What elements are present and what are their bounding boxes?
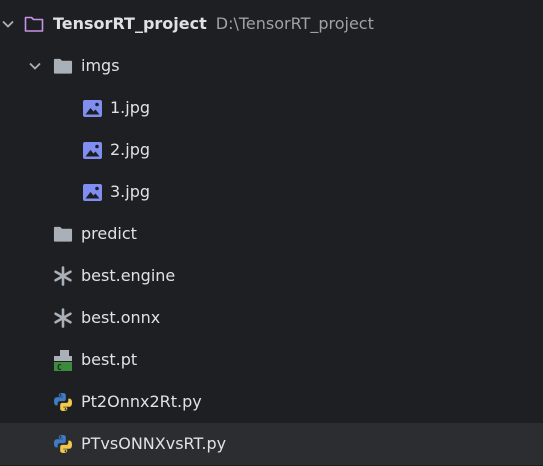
chevron-down-icon[interactable] — [0, 3, 16, 45]
tree-row-3-jpg[interactable]: 3.jpg — [0, 171, 543, 213]
chevron-down-icon[interactable] — [27, 45, 43, 87]
tree-row-best-pt[interactable]: C best.pt — [0, 339, 543, 381]
tree-row-ptvsonnxvsrt-py[interactable]: PTvsONNXvsRT.py — [0, 423, 543, 465]
asterisk-file-icon — [53, 266, 73, 286]
svg-text:C: C — [57, 363, 62, 371]
tree-item-label: 2.jpg — [110, 140, 151, 159]
tree-row-1-jpg[interactable]: 1.jpg — [0, 87, 543, 129]
tree-row-best-onnx[interactable]: best.onnx — [0, 297, 543, 339]
tree-row-2-jpg[interactable]: 2.jpg — [0, 129, 543, 171]
folder-icon — [53, 56, 73, 76]
asterisk-file-icon — [53, 308, 73, 328]
binary-file-icon: C — [53, 349, 73, 371]
folder-icon — [53, 224, 73, 244]
tree-item-label: 3.jpg — [110, 182, 151, 201]
python-file-icon — [53, 392, 73, 412]
tree-item-label: best.pt — [81, 350, 138, 369]
tree-item-label: PTvsONNXvsRT.py — [81, 434, 227, 453]
python-file-icon — [53, 434, 73, 454]
image-file-icon — [82, 98, 102, 118]
tree-item-label: 1.jpg — [110, 98, 151, 117]
tree-item-label: imgs — [81, 56, 120, 75]
folder-outline-icon — [24, 14, 44, 34]
project-path: D:\TensorRT_project — [215, 14, 374, 33]
image-file-icon — [82, 182, 102, 202]
tree-item-label: best.onnx — [81, 308, 161, 327]
tree-row-pt2onnx2rt-py[interactable]: Pt2Onnx2Rt.py — [0, 381, 543, 423]
project-tree: TensorRT_project D:\TensorRT_project imgs… — [0, 0, 543, 466]
project-name: TensorRT_project — [53, 14, 207, 33]
tree-item-label: predict — [81, 224, 137, 243]
tree-row-project-root[interactable]: TensorRT_project D:\TensorRT_project — [0, 3, 543, 45]
image-file-icon — [82, 140, 102, 160]
tree-row-predict[interactable]: predict — [0, 213, 543, 255]
tree-item-label: best.engine — [81, 266, 176, 285]
project-name-label: TensorRT_project D:\TensorRT_project — [53, 3, 374, 45]
tree-item-label: Pt2Onnx2Rt.py — [81, 392, 202, 411]
tree-row-best-engine[interactable]: best.engine — [0, 255, 543, 297]
tree-row-imgs[interactable]: imgs — [0, 45, 543, 87]
